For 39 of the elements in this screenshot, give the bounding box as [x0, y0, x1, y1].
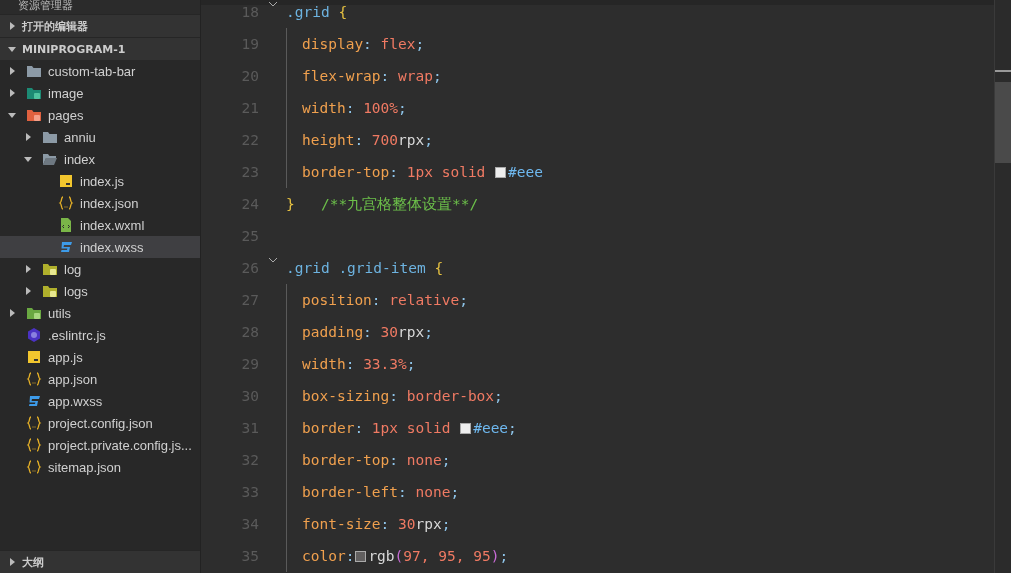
tree-item[interactable]: custom-tab-bar — [0, 60, 200, 82]
tree-item[interactable]: index.wxss — [0, 236, 200, 258]
code-line: display: flex; — [302, 36, 425, 52]
tree-item[interactable]: image — [0, 82, 200, 104]
code-line: .grid { — [286, 4, 348, 20]
code-line: height: 700 rpx; — [302, 132, 433, 148]
code-line: position: relative; — [302, 292, 468, 308]
code-line: box-sizing: border-box; — [302, 388, 503, 404]
tree-item[interactable]: utils — [0, 302, 200, 324]
tree-item[interactable]: index.wxml — [0, 214, 200, 236]
code-line: padding: 30 rpx; — [302, 324, 433, 340]
code-line: width: 33.3%; — [302, 356, 416, 372]
tree-item[interactable]: anniu — [0, 126, 200, 148]
tree-item[interactable]: index — [0, 148, 200, 170]
code-line: border-top: none; — [302, 452, 451, 468]
tree-item[interactable]: index.json — [0, 192, 200, 214]
tree-item[interactable]: project.private.config.js... — [0, 434, 200, 456]
code-line: flex-wrap: wrap; — [302, 68, 442, 84]
code-line: border: 1px solid #eee; — [302, 420, 517, 436]
code-line: border-top: 1px solid #eee — [302, 164, 543, 180]
code-line: font-size: 30 rpx; — [302, 516, 451, 532]
tree-item[interactable]: app.js — [0, 346, 200, 368]
section-header[interactable]: 打开的编辑器 — [0, 14, 200, 37]
code-line: width: 100%; — [302, 100, 407, 116]
code-line: .grid .grid-item { — [286, 260, 444, 276]
code-line: } /**九宫格整体设置**/ — [286, 194, 479, 214]
tree-item[interactable]: pages — [0, 104, 200, 126]
tree-item[interactable]: sitemap.json — [0, 456, 200, 478]
code-line: color: rgb(97, 95, 95); — [302, 548, 509, 564]
tree-item[interactable]: logs — [0, 280, 200, 302]
tree-item[interactable]: project.config.json — [0, 412, 200, 434]
tree-item[interactable]: index.js — [0, 170, 200, 192]
section-header[interactable]: 大纲 — [0, 550, 200, 573]
tree-item[interactable]: app.wxss — [0, 390, 200, 412]
tree-item[interactable]: log — [0, 258, 200, 280]
tree-item[interactable]: app.json — [0, 368, 200, 390]
code-line: border-left: none; — [302, 484, 460, 500]
section-header[interactable]: MINIPROGRAM-1 — [0, 37, 200, 60]
tree-item[interactable]: .eslintrc.js — [0, 324, 200, 346]
